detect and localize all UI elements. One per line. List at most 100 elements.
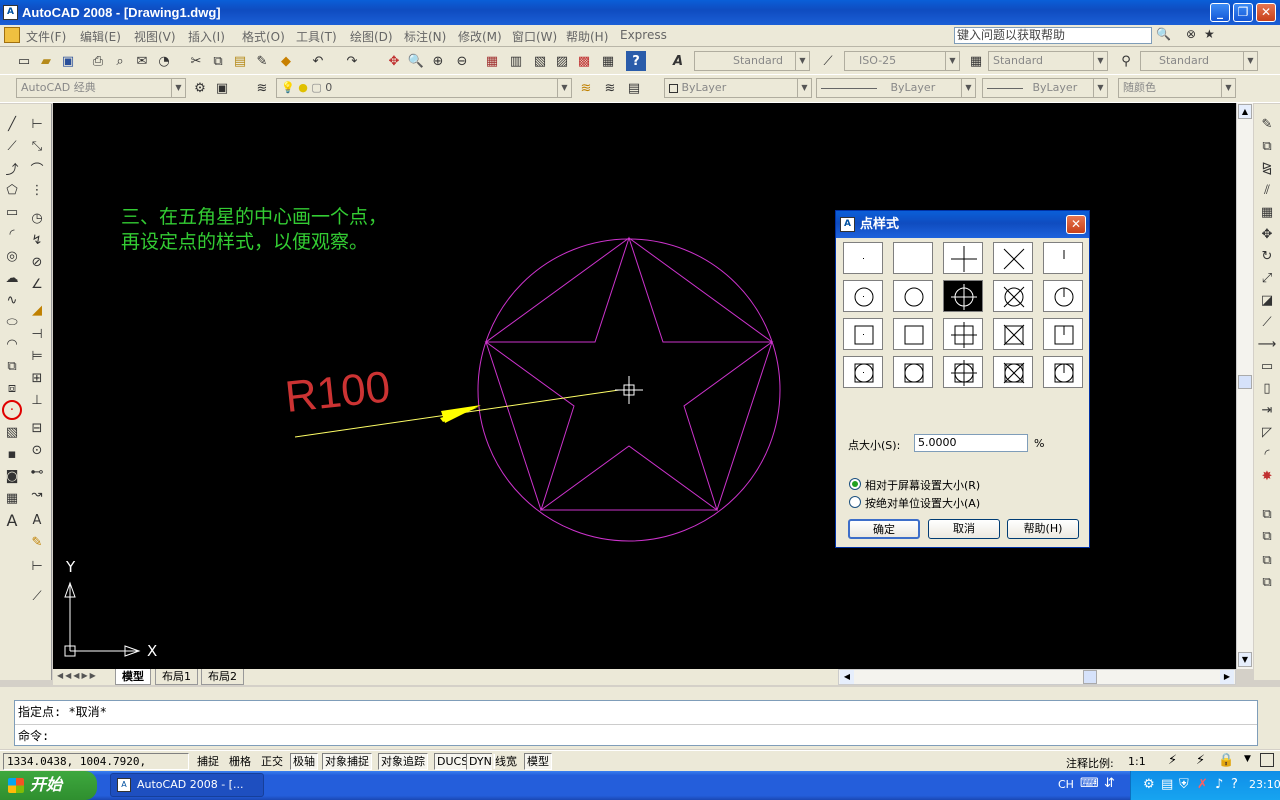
point-style-option[interactable] — [843, 318, 883, 350]
draworder-back-icon[interactable]: ⧉ — [1257, 526, 1277, 546]
point-style-option[interactable] — [893, 318, 933, 350]
tray-security-icon[interactable]: ✗ — [1197, 777, 1208, 792]
point-style-option[interactable] — [1043, 242, 1083, 274]
point-style-option[interactable] — [893, 280, 933, 312]
tool-palettes-icon[interactable]: ▧ — [530, 51, 550, 71]
fillet-icon[interactable]: ◜ — [1257, 444, 1277, 464]
keyboard-icon[interactable]: ⌨ — [1080, 776, 1099, 791]
point-style-option[interactable] — [1043, 318, 1083, 350]
polyline-icon[interactable]: ⤴ — [2, 158, 22, 178]
construction-line-icon[interactable]: ⟋ — [2, 136, 22, 156]
absolute-size-radio[interactable] — [849, 496, 861, 508]
tab-model[interactable]: 模型 — [115, 669, 151, 685]
scroll-down-button[interactable]: ▼ — [1238, 652, 1252, 667]
draworder-front-icon[interactable]: ⧉ — [1257, 504, 1277, 524]
dimension-break-icon[interactable]: ⊥ — [27, 390, 47, 410]
search-icon[interactable]: 🔍 — [1156, 27, 1171, 41]
ime-options-icon[interactable]: ⇵ — [1104, 776, 1115, 791]
otrack-toggle[interactable]: 对象追踪 — [378, 753, 428, 770]
dimension-update-icon[interactable]: ⊢ — [27, 556, 47, 576]
dyn-toggle[interactable]: DYN — [466, 753, 495, 770]
point-style-option[interactable] — [943, 356, 983, 388]
point-style-option[interactable] — [843, 242, 883, 274]
workspace-save-icon[interactable]: ▣ — [212, 78, 232, 98]
grid-toggle[interactable]: 栅格 — [226, 753, 254, 770]
document-icon[interactable] — [4, 27, 20, 43]
stretch-icon[interactable]: ◪ — [1257, 290, 1277, 310]
linear-dimension-icon[interactable]: ⊢ — [27, 114, 47, 134]
ok-button[interactable]: 确定 — [848, 519, 920, 539]
tab-layout1[interactable]: 布局1 — [155, 669, 198, 685]
gradient-icon[interactable]: ▪ — [2, 444, 22, 464]
ime-indicator[interactable]: CH — [1058, 778, 1074, 791]
favorites-icon[interactable]: ★ — [1204, 27, 1215, 41]
taskbar-autocad-item[interactable]: A AutoCAD 2008 - [... — [110, 773, 264, 797]
arc-icon[interactable]: ◜ — [2, 224, 22, 244]
lineweight-select[interactable]: ByLayer ▼ — [982, 78, 1108, 98]
help-search-input[interactable]: 键入问题以获取帮助 — [954, 27, 1152, 44]
scroll-up-button[interactable]: ▲ — [1238, 104, 1252, 119]
3d-dwf-icon[interactable]: ◔ — [154, 51, 174, 71]
tray-volume-icon[interactable]: ♪ — [1215, 777, 1223, 792]
match-properties-icon[interactable]: ✎ — [252, 51, 272, 71]
publish-icon[interactable]: ✉ — [132, 51, 152, 71]
status-menu-arrow-icon[interactable]: ▼ — [1244, 754, 1251, 764]
center-mark-icon[interactable]: ⊙ — [27, 440, 47, 460]
tolerance-icon[interactable]: ⊟ — [27, 418, 47, 438]
zoom-realtime-icon[interactable]: 🔍 — [406, 51, 426, 71]
ordinate-dimension-icon[interactable]: ⋮ — [27, 180, 47, 200]
menu-modify[interactable]: 修改(M) — [458, 28, 502, 45]
baseline-dimension-icon[interactable]: ⊣ — [27, 324, 47, 344]
scale-icon[interactable]: ⤢ — [1257, 268, 1277, 288]
color-select[interactable]: ByLayer ▼ — [664, 78, 812, 98]
linetype-select[interactable]: ByLayer ▼ — [816, 78, 976, 98]
join-icon[interactable]: ⇥ — [1257, 400, 1277, 420]
angular-dimension-icon[interactable]: ∠ — [27, 274, 47, 294]
communication-icon[interactable]: ⊗ — [1186, 27, 1196, 41]
tray-network-icon[interactable]: ⚙ — [1143, 777, 1155, 792]
table-style-icon[interactable]: ▦ — [966, 51, 986, 71]
menu-help[interactable]: 帮助(H) — [566, 28, 608, 45]
undo-icon[interactable]: ↶ — [308, 51, 328, 71]
scroll-right-button[interactable]: ▶ — [1220, 670, 1234, 684]
tab-layout2[interactable]: 布局2 — [201, 669, 244, 685]
make-block-icon[interactable]: ⧈ — [2, 378, 22, 398]
table-icon[interactable]: ▦ — [2, 488, 22, 508]
hatch-icon[interactable]: ▧ — [2, 422, 22, 442]
plot-preview-icon[interactable]: ⌕ — [110, 51, 130, 71]
menu-insert[interactable]: 插入(I) — [188, 28, 225, 45]
menu-format[interactable]: 格式(O) — [242, 28, 285, 45]
tray-display-icon[interactable]: ▤ — [1161, 777, 1173, 792]
annotation-scale-value[interactable]: 1:1 — [1128, 755, 1146, 768]
region-icon[interactable]: ◙ — [2, 466, 22, 486]
continue-dimension-icon[interactable]: ⊨ — [27, 346, 47, 366]
help-icon[interactable]: ? — [626, 51, 646, 71]
dimension-style-icon[interactable]: ⟋ — [27, 586, 47, 606]
clean-screen-icon[interactable] — [1260, 753, 1274, 767]
polygon-icon[interactable]: ⬠ — [2, 180, 22, 200]
vertical-scroll-thumb[interactable] — [1238, 375, 1252, 389]
arc-length-icon[interactable]: ⌒ — [27, 158, 47, 178]
rotate-icon[interactable]: ↻ — [1257, 246, 1277, 266]
point-style-option[interactable] — [993, 356, 1033, 388]
auto-scale-icon[interactable]: ⚡ — [1196, 753, 1205, 768]
point-style-option[interactable] — [1043, 280, 1083, 312]
dimension-text-edit-icon[interactable]: ✎ — [27, 532, 47, 552]
tray-help-icon[interactable]: ? — [1231, 777, 1238, 792]
revcloud-icon[interactable]: ☁ — [2, 268, 22, 288]
point-style-option[interactable] — [993, 242, 1033, 274]
chamfer-icon[interactable]: ◸ — [1257, 422, 1277, 442]
help-button[interactable]: 帮助(H) — [1007, 519, 1079, 539]
minimize-button[interactable]: _ — [1210, 3, 1230, 22]
jogged-linear-icon[interactable]: ↝ — [27, 484, 47, 504]
relative-size-radio[interactable] — [849, 478, 861, 490]
point-style-option[interactable] — [893, 242, 933, 274]
properties-icon[interactable]: ▦ — [482, 51, 502, 71]
dimension-space-icon[interactable]: ⊞ — [27, 368, 47, 388]
table-style-select[interactable]: Standard ▼ — [988, 51, 1108, 71]
absolute-size-label[interactable]: 按绝对单位设置大小(A) — [865, 495, 980, 511]
move-icon[interactable]: ✥ — [1257, 224, 1277, 244]
jogged-dimension-icon[interactable]: ↯ — [27, 230, 47, 250]
multileader-style-select[interactable]: Standard ▼ — [1140, 51, 1258, 71]
insert-block-icon[interactable]: ⧉ — [2, 356, 22, 376]
